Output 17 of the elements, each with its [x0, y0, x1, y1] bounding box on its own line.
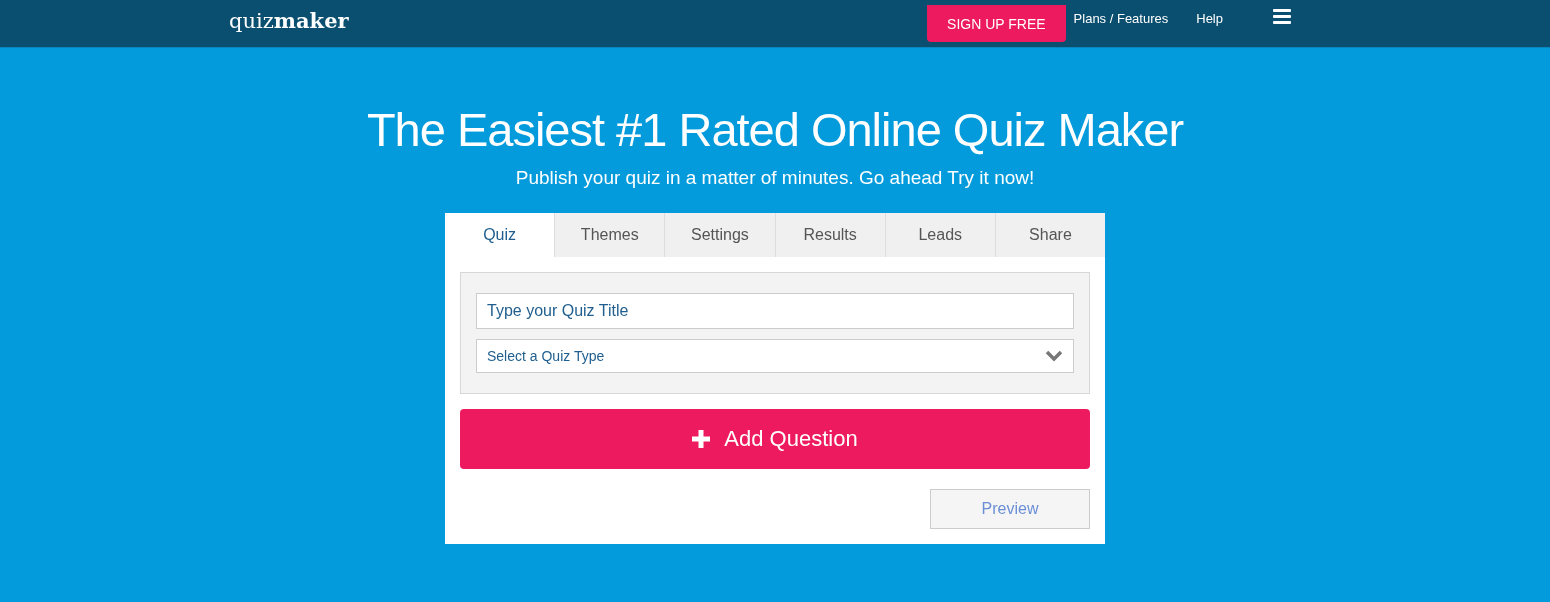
add-question-button[interactable]: Add Question	[460, 409, 1090, 469]
quiz-type-select[interactable]: Select a Quiz Type	[476, 339, 1074, 373]
sign-up-button[interactable]: SIGN UP FREE	[927, 5, 1066, 42]
chevron-icon	[1045, 350, 1063, 362]
tab[interactable]: Share	[994, 213, 1106, 257]
hero-title: The Easiest #1 Rated Online Quiz Maker	[366, 102, 1184, 157]
logo[interactable]: quizmaker	[229, 8, 349, 33]
tab[interactable]: Leads	[884, 213, 995, 257]
nav-link[interactable]: Help	[1196, 11, 1223, 36]
hero-subtitle: Publish your quiz in a matter of minutes. Go ahead Try it now!	[515, 167, 1035, 189]
title-field[interactable]: Type your Quiz Title	[476, 293, 1074, 329]
plus-icon	[692, 430, 711, 448]
tab[interactable]: Results	[774, 213, 885, 257]
menu-icon[interactable]	[1273, 9, 1291, 24]
tab[interactable]: Settings	[664, 213, 775, 257]
tab[interactable]: Themes	[554, 213, 665, 257]
nav-link[interactable]: Plans / Features	[1073, 11, 1169, 36]
